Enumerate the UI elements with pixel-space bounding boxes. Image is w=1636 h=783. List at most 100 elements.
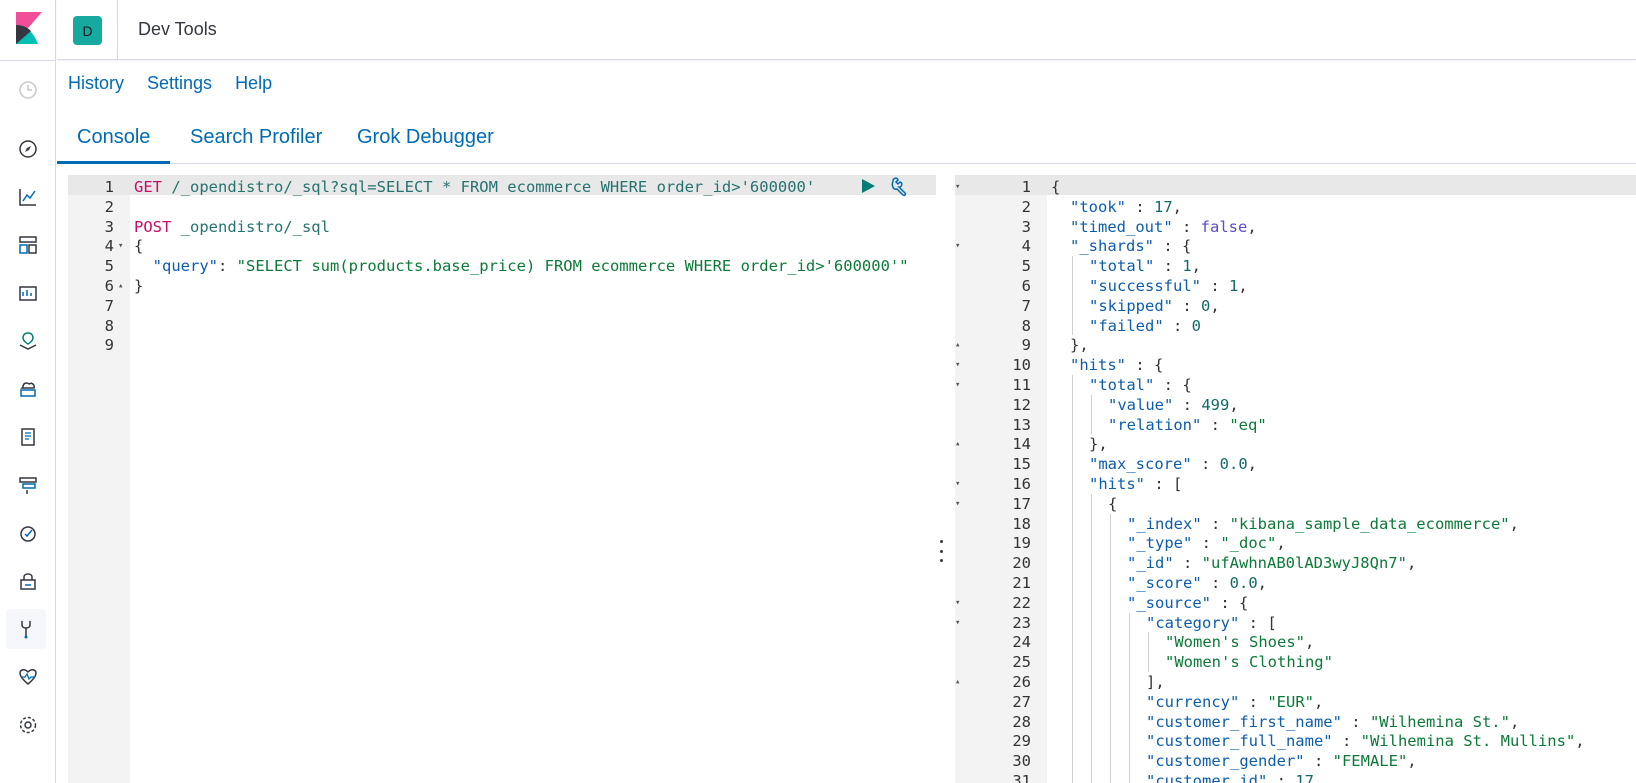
monitoring-icon[interactable] (14, 663, 42, 691)
code-line[interactable]: { (1108, 494, 1117, 514)
fold-open-icon[interactable]: ▾ (955, 593, 960, 613)
code-line[interactable]: "_shards" : { (1070, 236, 1191, 256)
request-editor[interactable]: 1 GET /_opendistro/_sql?sql=SELECT * FROM… (68, 175, 936, 783)
fold-open-icon[interactable]: ▾ (955, 236, 960, 256)
tab-grok-debugger[interactable]: Grok Debugger (337, 112, 514, 164)
fold-open-icon[interactable]: ▾ (955, 613, 960, 633)
code-line[interactable]: "value" : 499, (1108, 395, 1239, 415)
indent-guide (1072, 533, 1073, 554)
line-number: 24 (1012, 633, 1031, 652)
menu-help[interactable]: Help (235, 73, 272, 94)
fold-close-icon[interactable]: ▴ (118, 276, 123, 296)
code-line[interactable]: }, (1070, 335, 1089, 355)
tab-search-profiler[interactable]: Search Profiler (170, 112, 342, 164)
indent-guide (1072, 731, 1073, 752)
code-line[interactable]: "_score" : 0.0, (1127, 573, 1267, 593)
send-request-button[interactable] (858, 176, 878, 196)
code-line[interactable]: "max_score" : 0.0, (1089, 454, 1257, 474)
code-line[interactable]: "total" : { (1089, 375, 1192, 395)
code-line[interactable]: "_type" : "_doc", (1127, 533, 1286, 553)
indent-guide (1091, 691, 1092, 712)
clock-icon[interactable] (14, 76, 42, 104)
code-line[interactable]: { (1051, 177, 1060, 197)
pane-resizer[interactable] (938, 540, 944, 562)
code-line[interactable]: "failed" : 0 (1089, 316, 1201, 336)
code-token-punct: { (1108, 494, 1118, 513)
code-line[interactable]: "customer_full_name" : "Wilhemina St. Mu… (1146, 731, 1585, 751)
line-number: 2 (1021, 197, 1031, 216)
code-line[interactable]: "timed_out" : false, (1070, 217, 1257, 237)
code-line[interactable]: { (134, 236, 143, 256)
security-icon[interactable] (14, 567, 42, 595)
tab-console[interactable]: Console (57, 112, 171, 164)
code-token-key: "successful" (1089, 277, 1201, 295)
fold-close-icon[interactable]: ▴ (955, 434, 960, 454)
code-line[interactable]: "currency" : "EUR", (1146, 692, 1323, 712)
code-line[interactable]: "hits" : { (1070, 355, 1163, 375)
code-line[interactable]: "_index" : "kibana_sample_data_ecommerce… (1127, 514, 1519, 534)
wrench-icon[interactable] (888, 176, 910, 198)
code-line[interactable]: "_source" : { (1127, 593, 1248, 613)
menu-settings[interactable]: Settings (147, 73, 212, 94)
code-line[interactable]: "_id" : "ufAwhnAB0lAD3wyJ8Qn7", (1127, 553, 1416, 573)
indent-guide (1091, 573, 1092, 593)
indent-guide (1091, 513, 1092, 534)
fold-open-icon[interactable]: ▾ (118, 236, 123, 256)
code-line[interactable]: "customer_gender" : "FEMALE", (1146, 751, 1417, 771)
code-token-punct: : { (1154, 376, 1192, 394)
code-line[interactable]: GET /_opendistro/_sql?sql=SELECT * FROM … (134, 177, 815, 197)
space-avatar[interactable]: D (73, 16, 102, 45)
code-line[interactable]: "total" : 1, (1089, 256, 1201, 276)
code-line[interactable]: "Women's Shoes", (1165, 632, 1314, 652)
indent-guide (1110, 711, 1111, 732)
fold-open-icon[interactable]: ▾ (955, 177, 960, 197)
line-number: 7 (104, 296, 114, 315)
fold-open-icon[interactable]: ▾ (955, 474, 960, 494)
indent-guide (1072, 414, 1073, 435)
infrastructure-icon[interactable] (14, 375, 42, 403)
code-token-punct: : (1192, 534, 1221, 553)
code-line[interactable]: } (134, 276, 143, 296)
code-line[interactable]: "skipped" : 0, (1089, 296, 1220, 316)
code-line[interactable]: "relation" : "eq" (1108, 415, 1267, 435)
code-token-punct: : (1126, 197, 1154, 216)
code-token-punct: , (1509, 712, 1520, 731)
maps-icon[interactable] (14, 327, 42, 355)
line-number: 16 (1012, 475, 1031, 493)
fold-open-icon[interactable]: ▾ (955, 375, 960, 395)
indent-guide (1091, 731, 1092, 752)
code-token-punct: : (1201, 415, 1230, 434)
compass-icon[interactable] (14, 135, 42, 163)
dev-tools-icon[interactable] (6, 609, 46, 649)
code-line[interactable]: "hits" : [ (1089, 474, 1182, 494)
kibana-logo-icon[interactable] (12, 12, 44, 44)
code-line[interactable]: "query": "SELECT sum(products.base_price… (134, 256, 909, 276)
fold-open-icon[interactable]: ▾ (955, 494, 960, 514)
fold-close-icon[interactable]: ▴ (955, 672, 960, 692)
code-line[interactable]: ], (1146, 672, 1165, 692)
menu-history[interactable]: History (68, 73, 124, 94)
apm-icon[interactable] (14, 471, 42, 499)
code-line[interactable]: "category" : [ (1146, 613, 1277, 633)
visualize-icon[interactable] (14, 183, 42, 211)
indent-guide (1110, 533, 1111, 554)
management-icon[interactable] (14, 711, 42, 739)
code-line[interactable]: POST _opendistro/_sql (134, 217, 330, 237)
code-line[interactable]: "customer_first_name" : "Wilhemina St.", (1146, 712, 1519, 732)
code-line[interactable]: }, (1089, 434, 1108, 454)
code-line[interactable]: "customer_id" : 17, (1146, 771, 1323, 783)
response-editor[interactable]: 1 ▾{2 "took" : 17, 3 "timed_out" : false, 4 ▾ "… (955, 175, 1636, 783)
indent-guide (1148, 632, 1149, 653)
code-line[interactable]: "took" : 17, (1070, 197, 1182, 217)
canvas-icon[interactable] (14, 279, 42, 307)
indent-guide (1110, 672, 1111, 692)
code-line[interactable]: "successful" : 1, (1089, 276, 1248, 296)
dashboard-icon[interactable] (14, 231, 42, 259)
fold-close-icon[interactable]: ▴ (955, 335, 960, 355)
line-number: 27 (1012, 692, 1031, 711)
indent-guide (1110, 731, 1111, 752)
code-line[interactable]: "Women's Clothing" (1165, 652, 1333, 672)
logs-icon[interactable] (14, 423, 42, 451)
fold-open-icon[interactable]: ▾ (955, 355, 960, 375)
uptime-icon[interactable] (14, 519, 42, 547)
